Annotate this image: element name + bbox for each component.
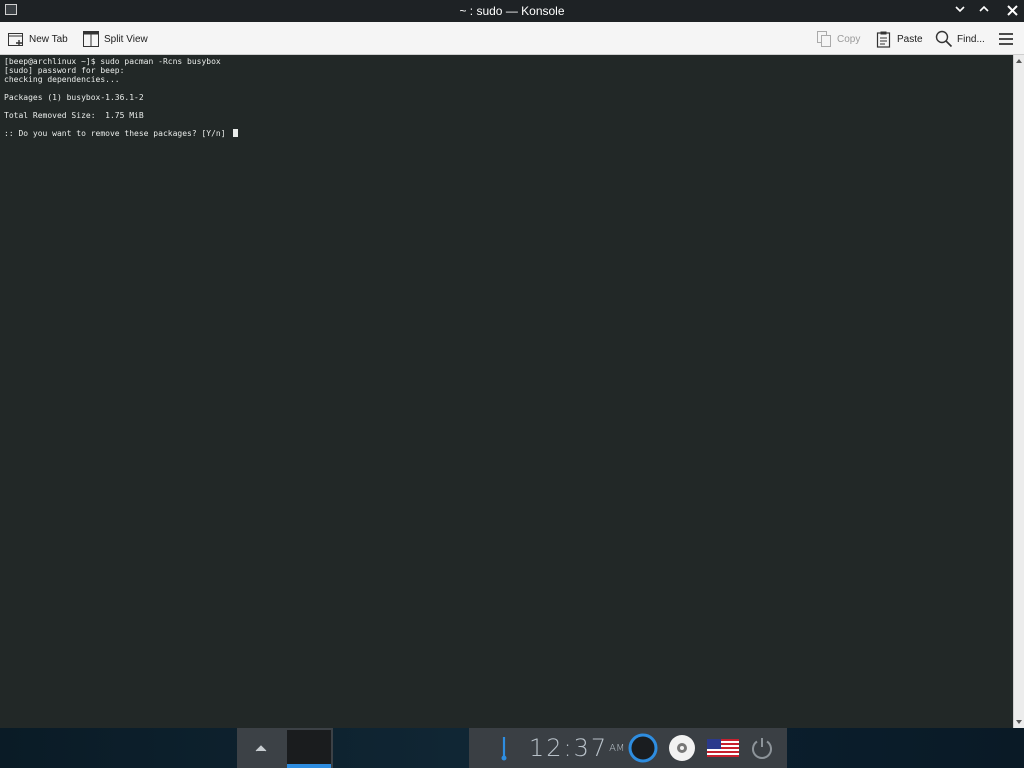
digital-clock[interactable]: 12:37 AM: [529, 728, 625, 768]
active-task-indicator: [287, 764, 331, 768]
split-view-icon: [83, 31, 99, 47]
split-view-button[interactable]: Split View: [82, 29, 148, 49]
terminal-line: Packages (1) busybox-1.36.1-2: [4, 93, 144, 102]
terminal-line: Total Removed Size: 1.75 MiB: [4, 111, 144, 120]
split-view-label: Split View: [104, 33, 148, 45]
konsole-toolbar: New Tab Split View Copy Paste Find...: [0, 22, 1024, 55]
hamburger-menu-icon: [999, 33, 1013, 45]
power-icon[interactable]: [750, 728, 774, 768]
paste-icon: [876, 31, 891, 48]
terminal-prompt-text: :: Do you want to remove these packages?…: [4, 129, 231, 138]
scroll-down-icon[interactable]: [1016, 720, 1022, 724]
task-manager: [237, 728, 333, 768]
terminal-prompt-line: :: Do you want to remove these packages?…: [4, 129, 1013, 138]
scroll-up-icon[interactable]: [1016, 59, 1022, 63]
find-button[interactable]: Find...: [935, 29, 985, 49]
new-tab-button[interactable]: New Tab: [7, 29, 68, 49]
terminal-scrollbar[interactable]: [1013, 55, 1024, 728]
paste-label: Paste: [897, 33, 923, 45]
taskbar: 12:37 AM: [0, 728, 1024, 768]
network-ring-icon[interactable]: [628, 728, 658, 768]
copy-button[interactable]: Copy: [815, 29, 860, 49]
show-hidden-icons-button[interactable]: [237, 728, 285, 768]
close-icon[interactable]: [1003, 2, 1021, 20]
chevron-up-icon: [255, 745, 267, 752]
window-title: ~ : sudo — Konsole: [459, 4, 565, 18]
new-tab-label: New Tab: [29, 33, 68, 45]
clock-time: 12:37: [529, 734, 609, 762]
minimize-icon[interactable]: [951, 2, 969, 20]
konsole-task-button[interactable]: [287, 730, 331, 768]
window-titlebar[interactable]: ~ : sudo — Konsole: [0, 0, 1024, 22]
system-tray: 12:37 AM: [469, 728, 787, 768]
us-flag-icon[interactable]: [707, 728, 739, 768]
copy-label: Copy: [837, 33, 861, 45]
terminal-output[interactable]: [beep@archlinux ~]$ sudo pacman -Rcns bu…: [0, 55, 1013, 728]
search-icon: [935, 30, 953, 48]
disc-icon[interactable]: [668, 728, 696, 768]
terminal-line: [sudo] password for beep:: [4, 66, 125, 75]
terminal-cursor: [233, 129, 239, 137]
terminal-line: checking dependencies...: [4, 75, 120, 84]
paste-button[interactable]: Paste: [875, 29, 923, 49]
terminal-line: [beep@archlinux ~]$ sudo pacman -Rcns bu…: [4, 57, 221, 66]
copy-icon: [817, 31, 831, 47]
new-tab-icon: [8, 33, 23, 46]
hamburger-menu-button[interactable]: [997, 29, 1015, 49]
find-label: Find...: [957, 33, 985, 45]
maximize-icon[interactable]: [975, 2, 993, 20]
clock-ampm: AM: [609, 742, 625, 754]
thermometer-icon[interactable]: [499, 728, 509, 768]
